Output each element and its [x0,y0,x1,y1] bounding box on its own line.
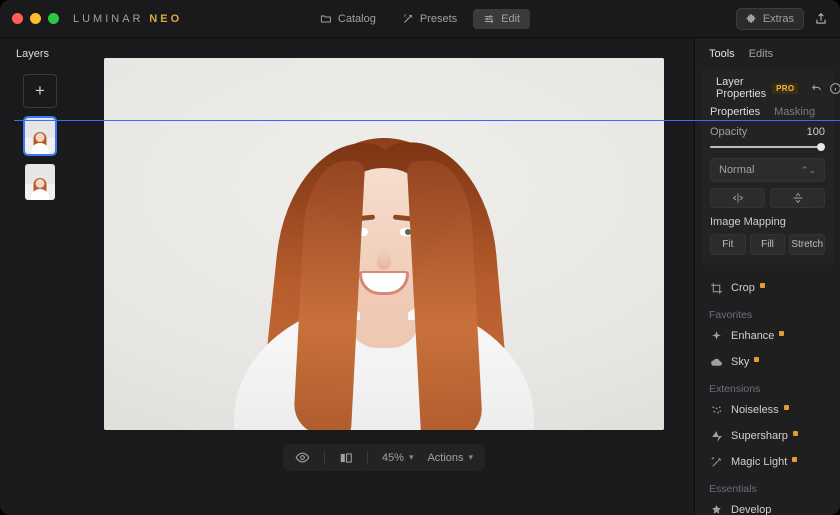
info-button[interactable] [829,81,840,95]
extras-button[interactable]: Extras [736,8,804,30]
opacity-value: 100 [807,126,825,138]
tool-supersharp[interactable]: Supersharp [695,423,840,449]
canvas-toolbar: 45% ▾ Actions ▾ [283,444,485,471]
puzzle-icon [746,13,758,25]
noise-icon [710,404,723,417]
eye-icon [295,450,310,465]
section-essentials: Essentials [695,475,840,497]
chevron-down-icon: ▾ [409,452,414,463]
extras-label: Extras [763,13,794,25]
updown-icon: ⌃⌄ [801,165,816,176]
visibility-toggle[interactable] [295,450,310,465]
edit-tab[interactable]: Edit [473,9,530,29]
tab-edits[interactable]: Edits [749,48,773,60]
tool-sky[interactable]: Sky [695,349,840,375]
layer-thumb-1[interactable] [25,118,55,154]
ai-badge [792,457,797,462]
presets-label: Presets [420,13,457,25]
app-brand: LUMINAR NEO [73,13,182,25]
image-mapping-label: Image Mapping [710,216,825,228]
opacity-label: Opacity [710,126,747,138]
blend-mode-select[interactable]: Normal ⌃⌄ [710,158,825,182]
subtab-properties[interactable]: Properties [710,106,760,118]
tool-enhance[interactable]: Enhance [695,323,840,349]
catalog-tab[interactable]: Catalog [310,9,386,29]
sliders-icon [483,13,495,25]
reset-button[interactable] [810,81,823,95]
mode-switcher: Catalog Presets Edit [310,9,530,29]
crop-icon [710,282,723,295]
mapping-stretch[interactable]: Stretch [789,234,825,255]
tool-noiseless[interactable]: Noiseless [695,397,840,423]
magic-icon [710,456,723,469]
section-favorites: Favorites [695,301,840,323]
right-main-tabs: Tools Edits [695,38,840,68]
zoom-value: 45% [382,452,404,464]
sparkle-icon [710,330,723,343]
flip-v-icon [791,192,805,204]
opacity-slider[interactable] [710,142,825,152]
subtab-masking[interactable]: Masking [774,106,815,118]
ai-badge [779,331,784,336]
ai-badge [760,283,765,288]
presets-tab[interactable]: Presets [392,9,467,29]
mapping-fit[interactable]: Fit [710,234,746,255]
undo-icon [810,82,823,95]
image-mapping-segmented: Fit Fill Stretch [710,234,825,255]
actions-dropdown[interactable]: Actions ▾ [427,452,473,464]
minimize-window-button[interactable] [30,13,41,24]
blend-value: Normal [719,164,754,176]
compare-icon [339,451,353,465]
canvas-area: 45% ▾ Actions ▾ [80,38,694,515]
window-controls [12,13,59,24]
wand-icon [402,13,414,25]
mapping-fill[interactable]: Fill [750,234,786,255]
tool-develop[interactable]: Develop [695,497,840,515]
ai-badge [784,405,789,410]
chevron-down-icon: ▾ [469,452,474,463]
section-extensions: Extensions [695,375,840,397]
close-window-button[interactable] [12,13,23,24]
tool-magiclight[interactable]: Magic Light [695,449,840,475]
info-icon [829,82,840,95]
tab-tools[interactable]: Tools [709,48,735,60]
zoom-dropdown[interactable]: 45% ▾ [382,452,414,464]
actions-label: Actions [427,452,463,464]
panel-title: Layer Properties [716,76,766,100]
layers-title: Layers [0,48,49,60]
flip-horizontal-button[interactable] [710,188,765,208]
add-layer-button[interactable]: + [23,74,57,108]
image-canvas[interactable] [104,58,664,430]
ai-badge [754,357,759,362]
portrait-illustration [214,110,554,430]
app-window: LUMINAR NEO Catalog Presets Edit Extras [0,0,840,515]
catalog-label: Catalog [338,13,376,25]
flip-vertical-button[interactable] [770,188,825,208]
folder-icon [320,13,332,25]
share-icon[interactable] [814,12,828,26]
layer-thumb-2[interactable] [25,164,55,200]
compare-toggle[interactable] [339,451,353,465]
develop-icon [710,504,723,515]
horizontal-guide[interactable] [14,120,840,121]
tool-crop[interactable]: Crop [695,275,840,301]
edit-label: Edit [501,13,520,25]
pro-badge: PRO [772,83,798,94]
maximize-window-button[interactable] [48,13,59,24]
sharp-icon [710,430,723,443]
ai-badge [793,431,798,436]
layers-panel: Layers + [0,38,80,515]
titlebar: LUMINAR NEO Catalog Presets Edit Extras [0,0,840,38]
cloud-icon [710,356,723,369]
layer-properties-panel: Layer Properties PRO Properties Masking … [701,68,834,265]
flip-h-icon [731,192,745,204]
tools-panel: Tools Edits Layer Properties PRO [694,38,840,515]
